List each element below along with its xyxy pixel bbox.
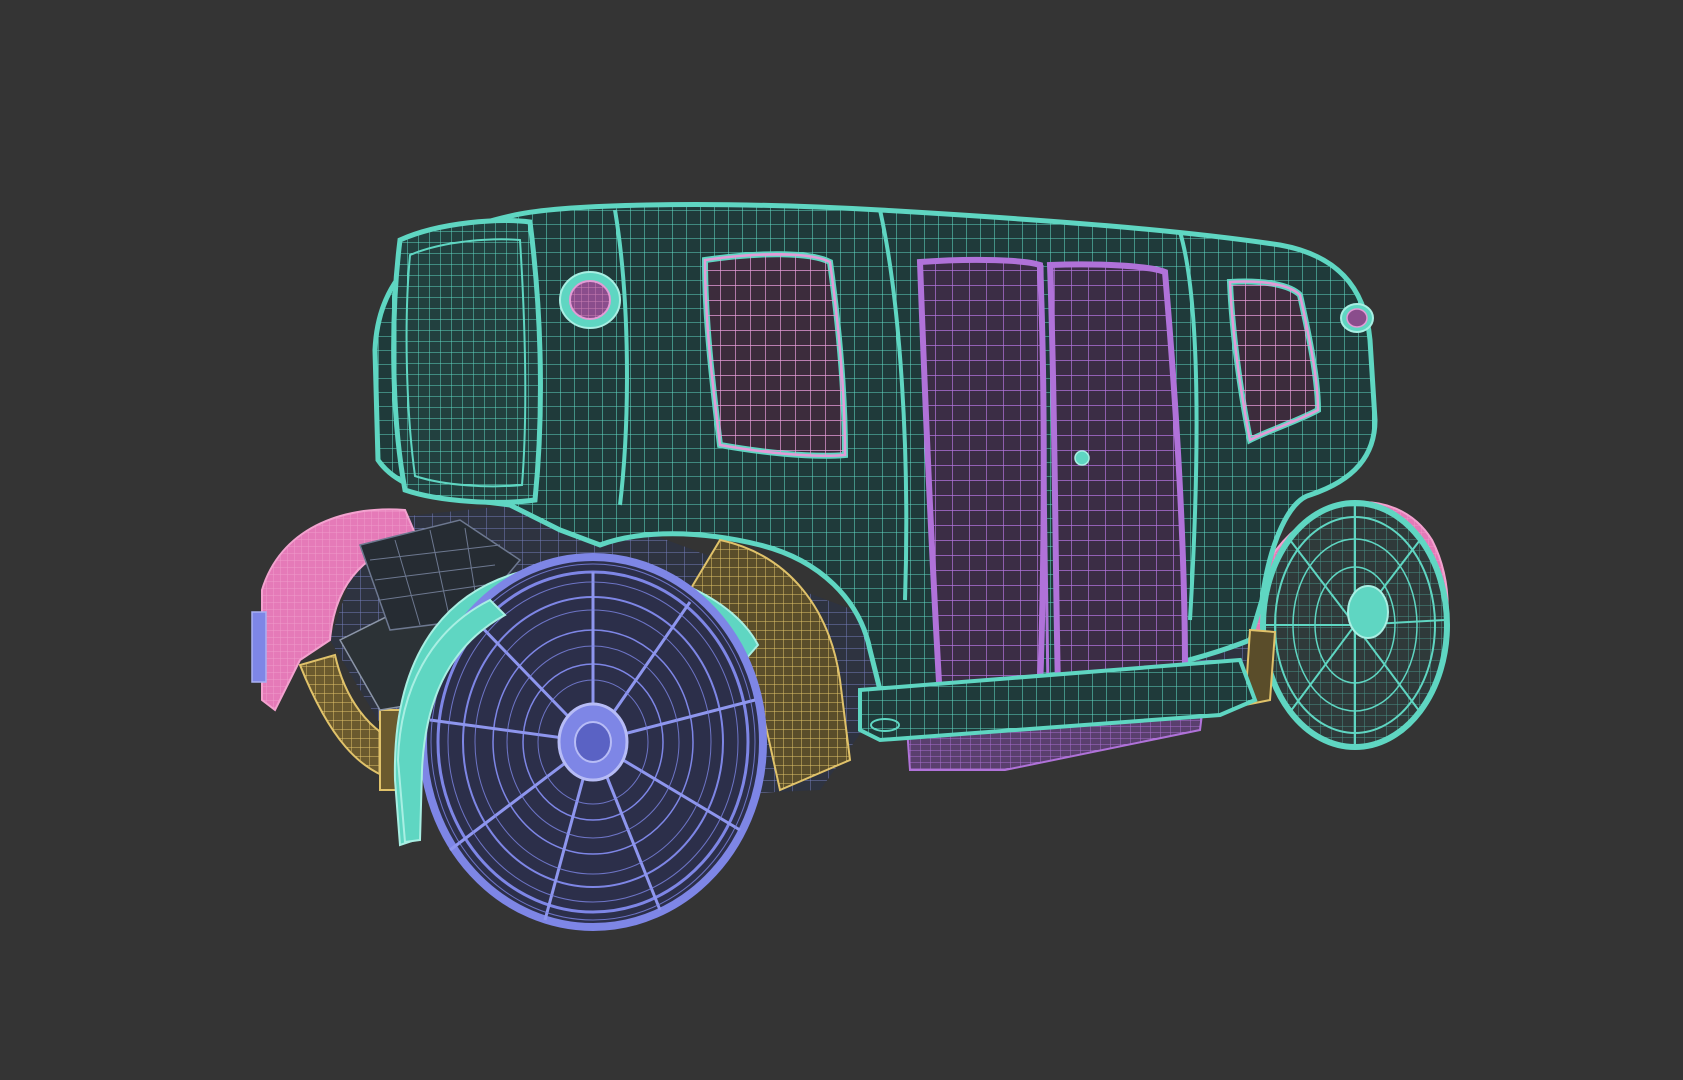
sliding-door-right [1046,261,1189,694]
door-handle-icon [1074,450,1090,466]
wireframe-scene [0,0,1683,1080]
sliding-door-left [916,256,1047,704]
viewport [0,0,1683,1080]
front-light-icon [1340,303,1374,333]
rear-wheel [1260,500,1450,750]
front-window [1226,278,1322,445]
rear-window [701,251,849,459]
side-mirror-icon [559,271,621,329]
wheel-hub-icon [1347,585,1389,639]
